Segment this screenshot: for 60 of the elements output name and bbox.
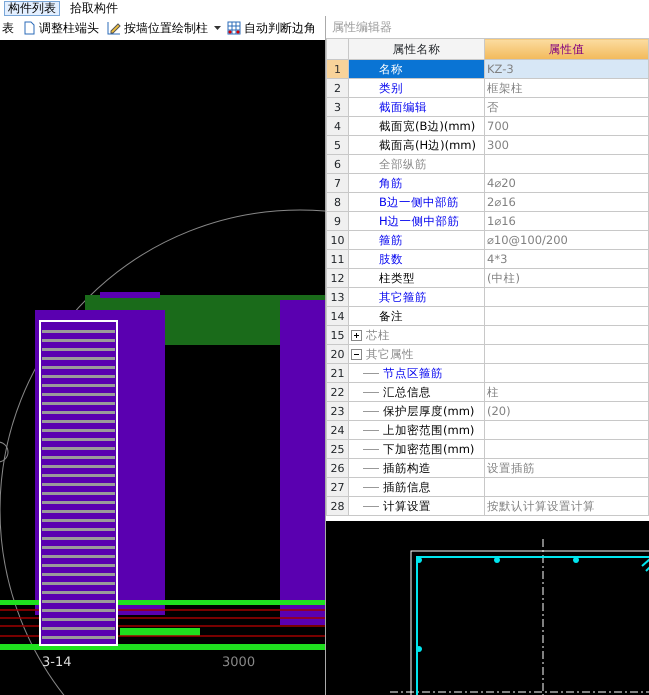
row-number: 28: [326, 496, 348, 516]
row-number: 1: [326, 60, 348, 78]
property-name[interactable]: 角筋: [379, 176, 403, 190]
row-number: 14: [326, 306, 348, 326]
property-value[interactable]: 框架柱: [487, 80, 523, 94]
row-number: 6: [326, 154, 348, 174]
property-name[interactable]: 肢数: [379, 252, 403, 266]
row-number: 26: [326, 458, 348, 478]
dimension-label: 3000: [222, 655, 256, 670]
row-number: 3: [326, 98, 348, 116]
property-name[interactable]: 箍筋: [379, 232, 403, 246]
row-number: 23: [326, 402, 348, 420]
expand-icon[interactable]: [351, 330, 362, 341]
row-number: 9: [326, 212, 348, 230]
collapse-icon[interactable]: [351, 348, 362, 360]
toolbar-button[interactable]: 调整柱端头: [20, 19, 101, 37]
property-value[interactable]: 700: [487, 118, 509, 132]
toolbar-button[interactable]: 表: [0, 19, 16, 37]
row-number: 10: [326, 230, 348, 250]
property-name[interactable]: 柱类型: [379, 270, 415, 284]
property-value[interactable]: 4⌀20: [487, 176, 516, 190]
row-number: 13: [326, 288, 348, 306]
row-number: 11: [326, 250, 348, 268]
caret-icon[interactable]: [214, 26, 221, 30]
pencil-icon: [107, 21, 121, 35]
row-number: 25: [326, 440, 348, 458]
row-number: 12: [326, 268, 348, 288]
row-number: 20: [326, 344, 348, 364]
property-value[interactable]: 1⌀16: [487, 214, 516, 228]
property-value[interactable]: (中柱): [487, 270, 520, 284]
row-number: 27: [326, 478, 348, 496]
row-number: 22: [326, 382, 348, 402]
page-icon: [22, 21, 36, 35]
panel-title: 属性编辑器: [331, 19, 393, 36]
toolbar-button[interactable]: 拾取构件: [66, 0, 122, 16]
column-header: 属性值: [484, 38, 648, 60]
grid-icon: [227, 21, 241, 35]
property-value[interactable]: 否: [487, 100, 499, 114]
row-number: 2: [326, 78, 348, 98]
row-number: 15: [326, 326, 348, 344]
row-number: 24: [326, 420, 348, 440]
row-number: 4: [326, 116, 348, 136]
property-name[interactable]: 芯柱: [366, 328, 390, 342]
column-header: 属性名称: [348, 38, 484, 60]
row-number: 7: [326, 174, 348, 192]
property-value[interactable]: (20): [487, 404, 511, 418]
property-name[interactable]: 备注: [379, 308, 403, 322]
row-number: 5: [326, 136, 348, 154]
row-number: 8: [326, 192, 348, 212]
axis-label: 3-14: [42, 655, 72, 670]
property-value[interactable]: 2⌀16: [487, 194, 516, 208]
toolbar-button[interactable]: 按墙位置绘制柱: [105, 19, 210, 37]
toolbar-button[interactable]: 自动判断边角: [225, 19, 318, 37]
property-name[interactable]: 类别: [379, 80, 403, 94]
property-value[interactable]: 4*3: [487, 252, 508, 266]
property-value[interactable]: 300: [487, 138, 509, 152]
property-name[interactable]: 名称: [379, 62, 403, 76]
property-value[interactable]: 柱: [487, 384, 499, 398]
toolbar-button[interactable]: 构件列表: [4, 0, 60, 16]
row-number: 21: [326, 364, 348, 382]
